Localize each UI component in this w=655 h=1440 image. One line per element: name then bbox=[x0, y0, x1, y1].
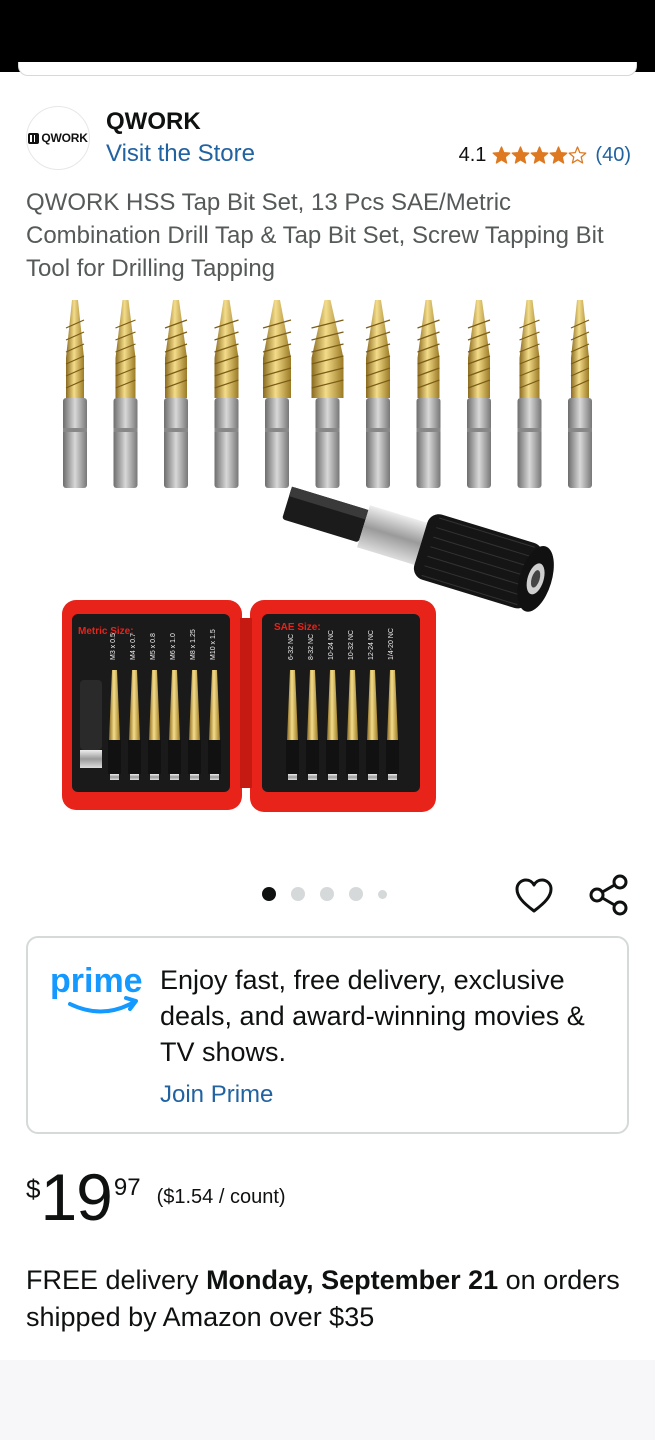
price-whole: 19 bbox=[40, 1160, 112, 1234]
case-size-label: 10-32 NC bbox=[348, 630, 355, 660]
delivery-prefix: FREE delivery bbox=[26, 1265, 207, 1295]
star-icon bbox=[492, 146, 511, 165]
image-carousel-dots[interactable] bbox=[262, 887, 402, 901]
heart-icon[interactable] bbox=[514, 876, 554, 916]
carousel-dot[interactable] bbox=[349, 887, 363, 901]
case-size-label: M6 x 1.0 bbox=[170, 633, 177, 660]
drill-bit bbox=[262, 300, 292, 488]
star-icon bbox=[530, 146, 549, 165]
price-block: $ 19 97 ($1.54 / count) bbox=[26, 1158, 286, 1236]
drill-bit-row bbox=[63, 300, 592, 488]
drill-bit bbox=[164, 300, 188, 488]
carousel-dot[interactable] bbox=[291, 887, 305, 901]
price-fraction: 97 bbox=[113, 1174, 141, 1201]
case-size-label: M8 x 1.25 bbox=[190, 629, 197, 660]
prime-logo-icon: prime bbox=[50, 962, 143, 1014]
visit-store-link[interactable]: Visit the Store bbox=[106, 140, 255, 168]
drill-bit bbox=[113, 300, 138, 488]
join-prime-link[interactable]: Join Prime bbox=[160, 1081, 273, 1109]
prime-logo-text: prime bbox=[50, 962, 143, 1000]
drill-bit bbox=[365, 300, 391, 488]
drill-bit bbox=[311, 300, 344, 488]
case-size-label: 6-32 NC bbox=[288, 634, 295, 660]
brand-name: QWORK bbox=[106, 108, 201, 135]
unit-price: ($1.54 / count) bbox=[156, 1186, 286, 1208]
carousel-dot[interactable] bbox=[320, 887, 334, 901]
bit-holder bbox=[282, 486, 554, 612]
case-size-label: M5 x 0.8 bbox=[150, 633, 157, 660]
rating-value: 4.1 bbox=[458, 144, 487, 166]
drill-bit bbox=[568, 300, 592, 488]
product-title: QWORK HSS Tap Bit Set, 13 Pcs SAE/Metric… bbox=[26, 189, 604, 282]
drill-bit bbox=[517, 300, 542, 488]
case-hinge bbox=[240, 618, 252, 788]
case-size-label: 10-24 NC bbox=[328, 630, 335, 660]
delivery-message: FREE delivery Monday, September 21 on or… bbox=[26, 1262, 626, 1336]
case-right: SAE Size: 6-32 NC 8-32 NC 10-24 NC 10-32 NC… bbox=[250, 600, 436, 812]
star-icon bbox=[568, 146, 587, 165]
metric-size-label: Metric Size: bbox=[78, 626, 134, 637]
product-image[interactable]: Metric Size: M3 x 0.5 M4 x 0.7 M5 x 0.8 M6 … bbox=[40, 288, 620, 828]
drill-bit bbox=[63, 300, 87, 488]
prime-promo-card[interactable]: prime Enjoy fast, free delivery, exclusi… bbox=[26, 936, 629, 1134]
rating-summary[interactable]: 4.1 (40) bbox=[459, 144, 631, 167]
brand-logo-text: QWORK bbox=[41, 131, 88, 145]
price-symbol: $ bbox=[26, 1174, 41, 1204]
carousel-dot[interactable] bbox=[378, 889, 387, 899]
drill-bit bbox=[214, 300, 239, 488]
star-icon bbox=[549, 146, 568, 165]
star-icon bbox=[511, 146, 530, 165]
case-size-label: M10 x 1.5 bbox=[210, 629, 217, 660]
case-size-label: 12-24 NC bbox=[368, 630, 375, 660]
top-card-edge bbox=[18, 62, 637, 76]
case-left: Metric Size: M3 x 0.5 M4 x 0.7 M5 x 0.8 M6 … bbox=[62, 600, 242, 810]
brand-row: QWORK QWORK Visit the Store 4.1 (40) bbox=[26, 106, 631, 170]
share-icon[interactable] bbox=[588, 874, 630, 916]
drill-bit bbox=[416, 300, 441, 488]
brand-logo[interactable]: QWORK bbox=[26, 106, 90, 170]
sae-size-label: SAE Size: bbox=[274, 622, 321, 633]
brand-logo-mark-icon bbox=[28, 132, 40, 144]
prime-promo-text: Enjoy fast, free delivery, exclusive dea… bbox=[160, 965, 585, 1067]
rating-count[interactable]: (40) bbox=[595, 144, 631, 167]
drill-bit bbox=[467, 300, 491, 488]
footer-band bbox=[0, 1360, 655, 1440]
case-size-label: M4 x 0.7 bbox=[130, 633, 137, 660]
case-size-label: M3 x 0.5 bbox=[110, 633, 117, 660]
star-rating bbox=[492, 146, 587, 165]
delivery-date[interactable]: Monday, September 21 bbox=[206, 1265, 498, 1295]
case-size-label: 8-32 NC bbox=[308, 634, 315, 660]
carousel-dot[interactable] bbox=[262, 887, 276, 901]
case-size-label: 1/4-20 NC bbox=[388, 628, 395, 660]
